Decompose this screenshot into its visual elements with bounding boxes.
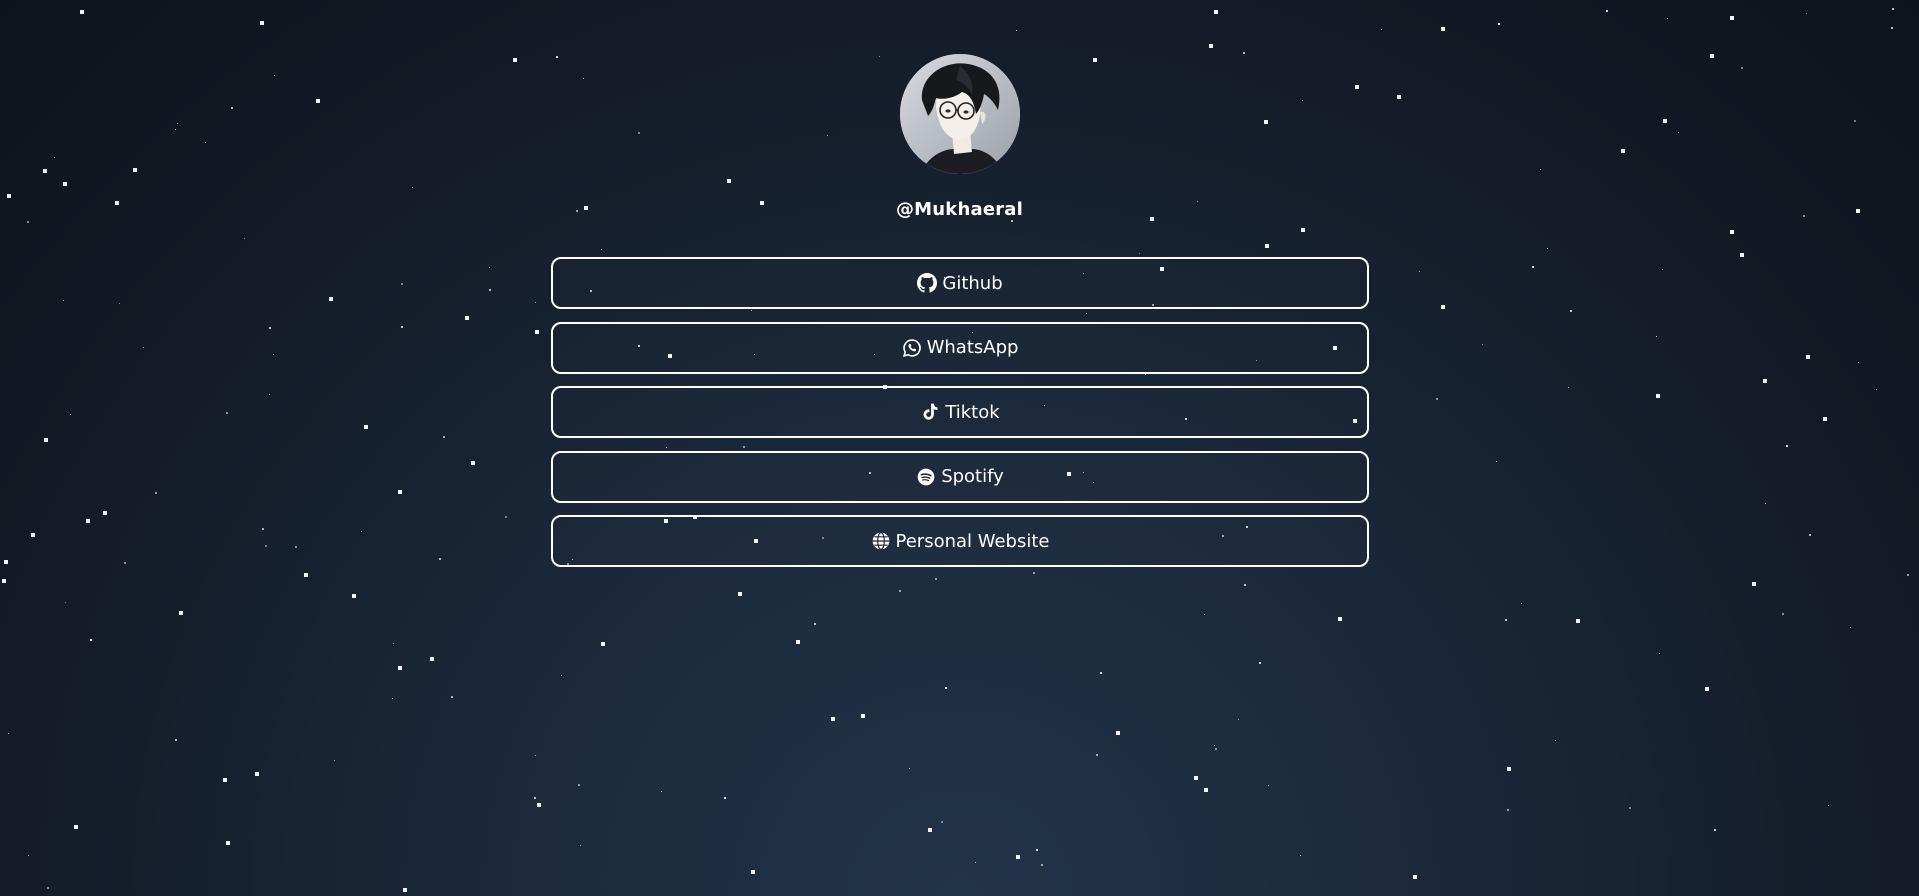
profile-card: @Mukhaeral Github WhatsApp Tiktok Spotif… (0, 0, 1919, 896)
spotify-link-label: Spotify (941, 466, 1004, 487)
tiktok-icon (920, 402, 940, 422)
avatar (900, 54, 1020, 174)
whatsapp-icon (902, 338, 922, 358)
tiktok-link-label: Tiktok (945, 401, 1000, 423)
spotify-icon (916, 467, 936, 487)
spotify-link-button[interactable]: Spotify (551, 450, 1369, 503)
username: @Mukhaeral (895, 199, 1024, 220)
link-list: Github WhatsApp Tiktok Spotify Personal (551, 257, 1369, 580)
whatsapp-link-button[interactable]: WhatsApp (551, 321, 1369, 374)
personal-website-link-button[interactable]: Personal Website (551, 515, 1369, 567)
github-link-button[interactable]: Github (551, 257, 1369, 309)
github-link-label: Github (942, 272, 1003, 294)
personal-website-link-label: Personal Website (895, 530, 1050, 552)
tiktok-link-button[interactable]: Tiktok (551, 386, 1369, 438)
whatsapp-link-label: WhatsApp (926, 337, 1019, 358)
github-icon (917, 273, 938, 293)
globe-icon (871, 531, 891, 551)
